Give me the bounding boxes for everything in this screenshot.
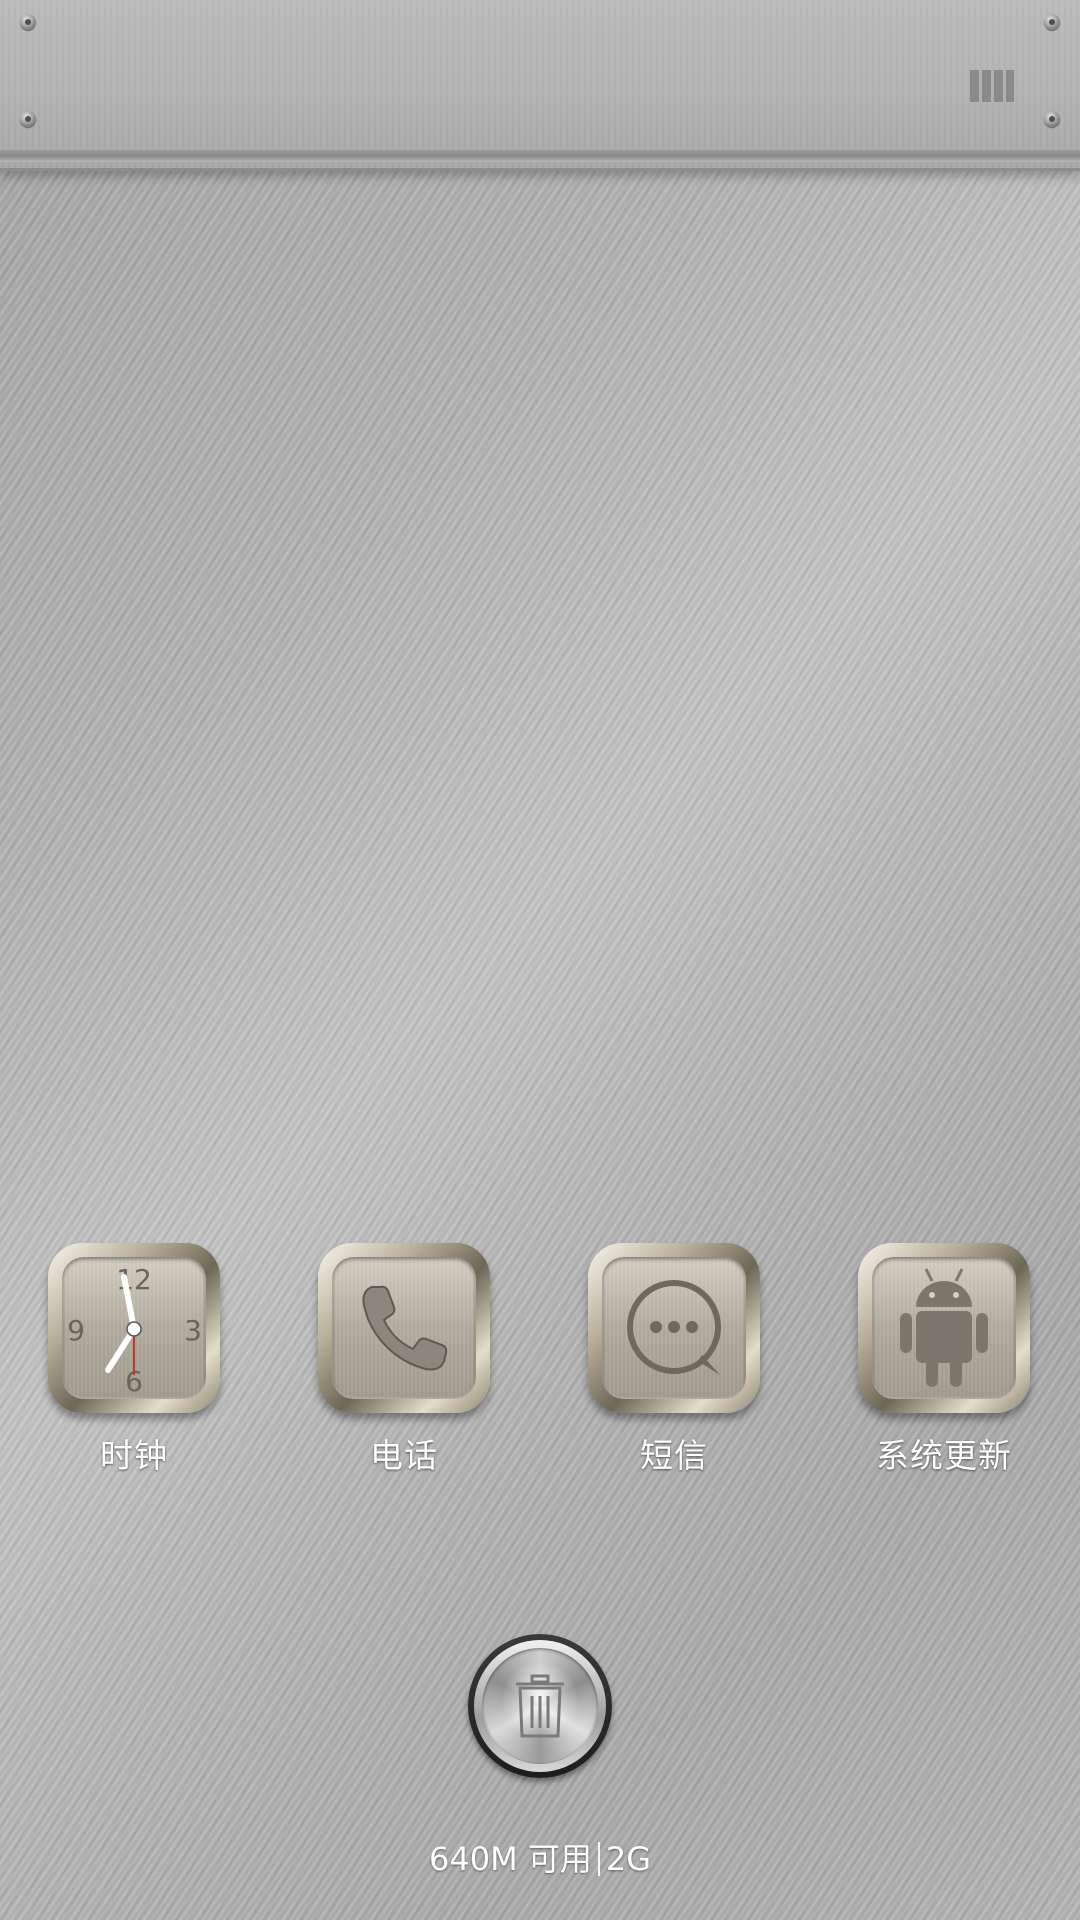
app-tile[interactable] bbox=[588, 1243, 760, 1413]
app-label: 时钟 bbox=[100, 1436, 168, 1475]
screw-icon bbox=[1044, 14, 1060, 30]
clean-button-face bbox=[482, 1648, 598, 1764]
top-bar bbox=[0, 0, 1080, 168]
top-bar-lip bbox=[0, 150, 1080, 162]
memory-total: 2G bbox=[605, 1840, 652, 1878]
clock-number-3: 3 bbox=[184, 1314, 202, 1347]
screw-icon bbox=[20, 14, 36, 30]
divider bbox=[597, 1842, 600, 1876]
clock-icon: 12 3 6 9 bbox=[62, 1257, 206, 1399]
app-label: 系统更新 bbox=[876, 1436, 1012, 1475]
memory-status: 640M 可用 2G bbox=[0, 1834, 1080, 1880]
app-tile[interactable] bbox=[318, 1243, 490, 1413]
screw-icon bbox=[1044, 111, 1060, 127]
phone-icon bbox=[332, 1257, 476, 1399]
clock-number-9: 9 bbox=[67, 1314, 85, 1347]
app-system-update[interactable]: 系统更新 bbox=[849, 1243, 1039, 1477]
android-icon bbox=[872, 1257, 1016, 1399]
message-icon bbox=[602, 1257, 746, 1399]
app-clock[interactable]: 12 3 6 9 时钟 bbox=[39, 1243, 229, 1477]
clock-center-pin bbox=[126, 1321, 142, 1337]
app-tile[interactable] bbox=[858, 1243, 1030, 1413]
screw-icon bbox=[20, 111, 36, 127]
app-label: 电话 bbox=[370, 1436, 438, 1475]
app-label: 短信 bbox=[640, 1436, 708, 1475]
app-messages[interactable]: 短信 bbox=[579, 1243, 769, 1477]
clean-memory-button[interactable] bbox=[468, 1634, 612, 1778]
app-tile[interactable]: 12 3 6 9 bbox=[48, 1243, 220, 1413]
columns-menu-icon[interactable] bbox=[970, 70, 1014, 102]
memory-available: 640M 可用 bbox=[428, 1840, 592, 1878]
trash-icon bbox=[516, 1674, 564, 1738]
app-phone[interactable]: 电话 bbox=[309, 1243, 499, 1477]
